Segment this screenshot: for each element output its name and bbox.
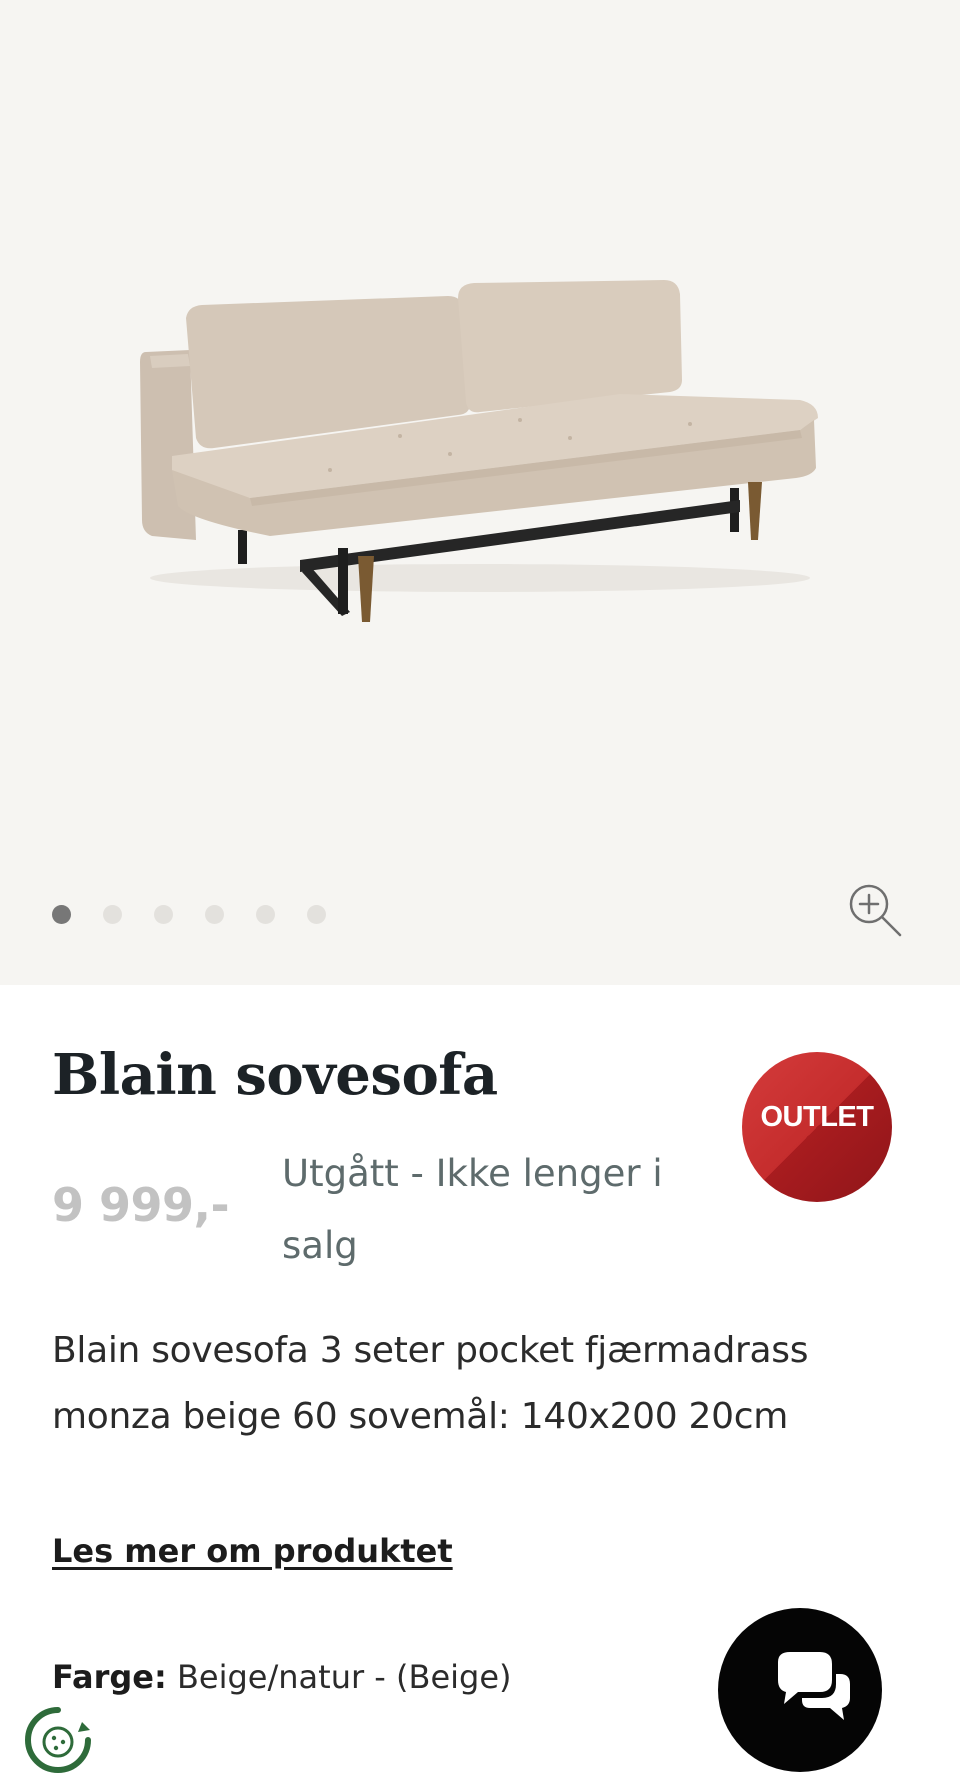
zoom-button[interactable] — [846, 880, 906, 940]
gallery-dot-2[interactable] — [103, 905, 122, 924]
color-label: Farge: — [52, 1658, 167, 1696]
gallery-dot-5[interactable] — [256, 905, 275, 924]
cookie-settings-icon — [25, 1707, 91, 1773]
availability-status: Utgått - Ikke lenger i salg — [282, 1152, 663, 1267]
product-description: Blain sovesofa 3 seter pocket fjærmadras… — [52, 1330, 809, 1437]
outlet-badge: OUTLET — [742, 1052, 892, 1202]
zoom-in-icon — [849, 884, 902, 937]
chat-button[interactable] — [718, 1608, 882, 1772]
outlet-badge-label: OUTLET — [760, 1101, 875, 1133]
gallery-dot-1[interactable] — [52, 905, 71, 924]
read-more-link[interactable]: Les mer om produktet — [52, 1527, 453, 1575]
color-selector[interactable]: Farge: Beige/natur - (Beige) — [52, 1652, 512, 1702]
product-gallery — [0, 0, 960, 985]
product-image[interactable] — [0, 0, 960, 985]
gallery-dot-3[interactable] — [154, 905, 173, 924]
product-price: 9 999,- — [52, 1178, 230, 1232]
gallery-dot-4[interactable] — [205, 905, 224, 924]
gallery-dot-6[interactable] — [307, 905, 326, 924]
product-title: Blain sovesofa — [52, 1042, 498, 1108]
cookie-settings-button[interactable] — [18, 1700, 98, 1780]
chat-bubbles-icon — [778, 1652, 850, 1720]
color-value: Beige/natur - (Beige) — [176, 1658, 512, 1696]
